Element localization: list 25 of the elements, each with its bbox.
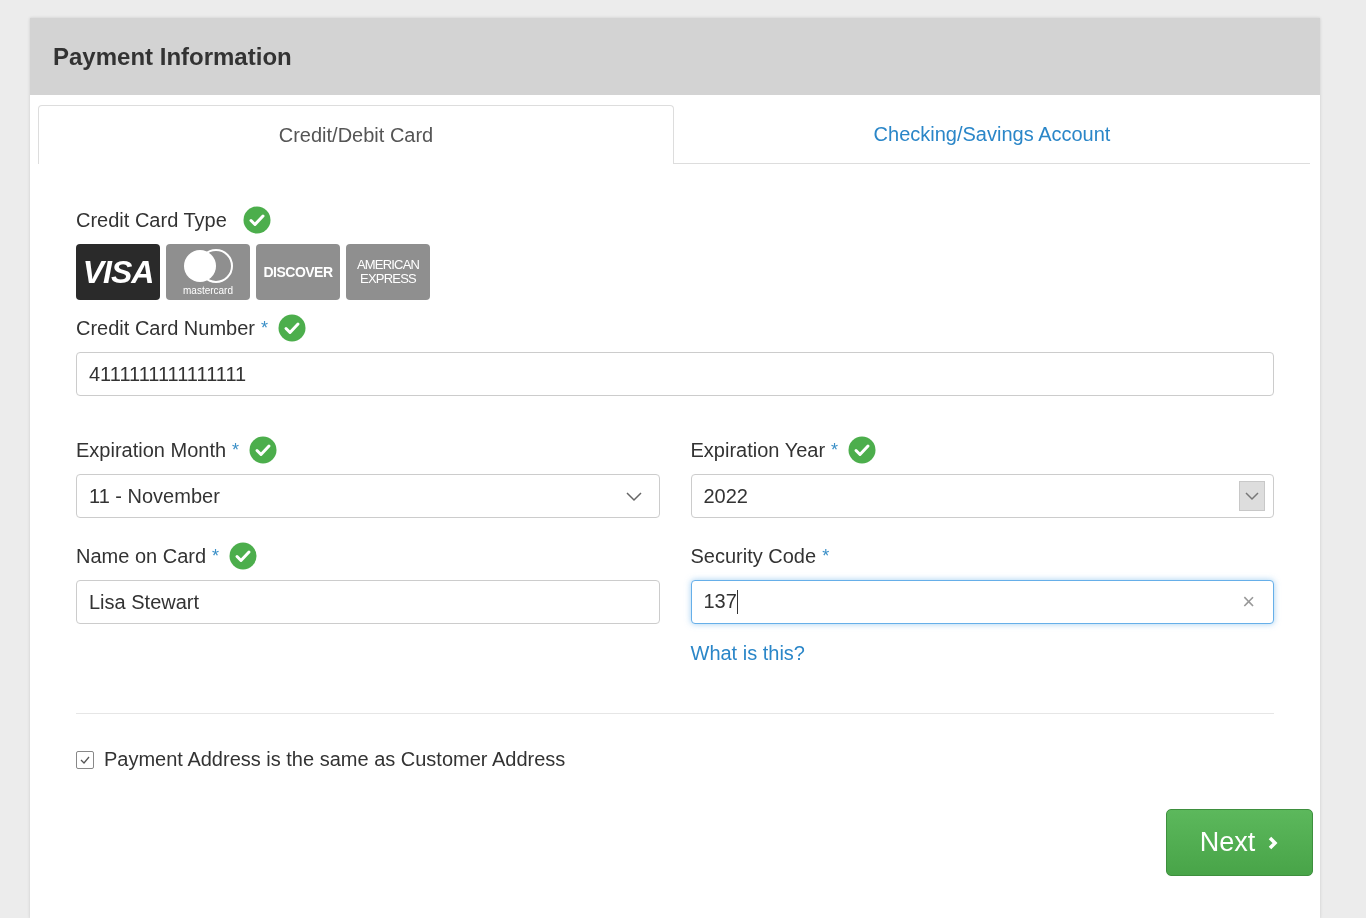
help-link[interactable]: What is this? — [690, 642, 805, 665]
required-asterisk: * — [260, 317, 268, 339]
select-field[interactable]: 11 - November — [76, 474, 660, 518]
chevron-right-icon — [1267, 834, 1280, 851]
field-label: Expiration Month — [76, 438, 227, 462]
checkbox[interactable] — [76, 750, 94, 769]
text-input-field[interactable]: 4111111111111111 — [76, 352, 1274, 396]
required-asterisk: * — [212, 545, 220, 567]
field-label: Expiration Year — [690, 438, 826, 462]
field-label: Security Code — [690, 544, 817, 568]
tab[interactable]: Credit/Debit Card — [38, 105, 674, 164]
card-logo[interactable]: VISA — [76, 244, 160, 300]
chevron-down-icon — [1244, 491, 1260, 501]
required-asterisk: * — [232, 439, 240, 461]
checkbox-label: Payment Address is the same as Customer Address — [104, 748, 566, 771]
text-input-field[interactable]: Lisa Stewart — [76, 580, 660, 624]
field-label: Name on Card — [76, 544, 207, 568]
text-input-field[interactable]: 137 × — [690, 580, 1274, 624]
field-label: Credit Card Type — [76, 208, 227, 232]
required-asterisk: * — [831, 439, 839, 461]
required-asterisk: * — [822, 545, 830, 567]
select-field[interactable]: 2022 — [690, 474, 1274, 518]
field-label: Credit Card Number — [76, 316, 255, 340]
panel-title: Payment Information — [53, 42, 292, 71]
tab[interactable]: Checking/Savings Account — [674, 105, 1310, 163]
